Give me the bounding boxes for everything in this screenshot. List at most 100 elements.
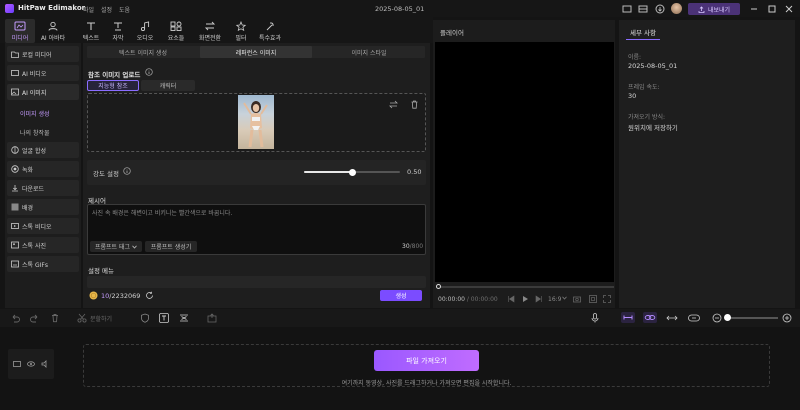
preview-screen[interactable] bbox=[435, 42, 614, 282]
sidebar-item-background[interactable]: 배경 bbox=[7, 199, 79, 215]
sidebar-item-label: 스톡 GIFs bbox=[22, 261, 48, 269]
text-frame-icon[interactable] bbox=[159, 313, 169, 323]
menu-settings[interactable]: 설정 bbox=[101, 5, 112, 14]
sidebar-item-stock-video[interactable]: 스톡 비디오 bbox=[7, 218, 79, 234]
strength-slider[interactable] bbox=[304, 168, 400, 176]
safe-zone-icon[interactable] bbox=[589, 295, 597, 303]
maximize-icon[interactable] bbox=[767, 4, 777, 14]
chevron-down-icon[interactable] bbox=[562, 296, 567, 300]
strength-slider-knob[interactable] bbox=[348, 168, 356, 176]
user-avatar[interactable] bbox=[671, 3, 682, 14]
undo-icon[interactable] bbox=[10, 313, 20, 323]
tool-text[interactable]: 텍스트 bbox=[76, 19, 106, 43]
track-icon[interactable] bbox=[688, 313, 700, 323]
screen-icon[interactable] bbox=[622, 4, 632, 14]
sidebar-item-record[interactable]: 녹화 bbox=[7, 161, 79, 177]
player-title: 플레이어 bbox=[440, 29, 464, 37]
track-video-icon[interactable] bbox=[13, 360, 21, 368]
tab-image-style[interactable]: 이미지 스타일 bbox=[313, 46, 425, 58]
next-frame-icon[interactable] bbox=[535, 295, 543, 303]
strength-label: 강도 설정 bbox=[93, 170, 119, 178]
char-max: /800 bbox=[409, 243, 424, 250]
player-progress-knob[interactable] bbox=[436, 284, 441, 289]
minimize-icon[interactable] bbox=[749, 4, 759, 14]
tab-reference-image[interactable]: 레퍼런스 이미지 bbox=[200, 46, 312, 58]
strength-info-icon[interactable] bbox=[123, 167, 131, 175]
player-progress[interactable] bbox=[438, 286, 614, 288]
sidebar-item-face-swap[interactable]: 얼굴 합성 bbox=[7, 142, 79, 158]
sidebar-item-ai-video[interactable]: AI 비디오 bbox=[7, 65, 79, 81]
import-files-button[interactable]: 파일 가져오기 bbox=[374, 350, 479, 371]
sidebar-item-download[interactable]: 다운로드 bbox=[7, 180, 79, 196]
swap-icon[interactable] bbox=[389, 100, 398, 109]
transform-icon[interactable] bbox=[179, 313, 189, 323]
subtab-character[interactable]: 캐릭터 bbox=[141, 80, 195, 91]
tool-effects[interactable]: 특수효과 bbox=[255, 19, 285, 43]
menu-file[interactable]: 파일 bbox=[83, 5, 94, 14]
sidebar-item-ai-image[interactable]: AI 이미지 bbox=[7, 84, 79, 100]
subtab-smart-reference[interactable]: 지능형 참조 bbox=[87, 80, 139, 91]
download-icon[interactable] bbox=[655, 4, 665, 14]
trash-icon[interactable] bbox=[410, 100, 419, 109]
tab-details[interactable]: 세부 사항 bbox=[626, 24, 660, 40]
split-label[interactable]: 분할하기 bbox=[90, 314, 112, 323]
zoom-slider-knob[interactable] bbox=[724, 314, 731, 321]
close-icon[interactable] bbox=[784, 4, 794, 14]
zoom-out-icon[interactable] bbox=[712, 313, 722, 323]
export-label: 내보내기 bbox=[707, 6, 731, 14]
inbox-icon[interactable] bbox=[638, 4, 648, 14]
prev-frame-icon[interactable] bbox=[507, 295, 515, 303]
delete-icon[interactable] bbox=[50, 313, 60, 323]
sidebar-item-local-media[interactable]: 로컬 미디어 bbox=[7, 46, 79, 62]
zoom-in-icon[interactable] bbox=[782, 313, 792, 323]
aspect-ratio[interactable]: 16:9 bbox=[548, 296, 561, 303]
ai-image-icon bbox=[11, 88, 19, 96]
sidebar-subitem-my-creations[interactable]: 나의 창작물 bbox=[20, 128, 50, 137]
face-icon bbox=[11, 146, 19, 154]
menu-help[interactable]: 도움 bbox=[119, 5, 130, 14]
tool-transition[interactable]: 화면전환 bbox=[195, 19, 225, 43]
tool-elements[interactable]: 요소들 bbox=[161, 19, 191, 43]
prompt-tag-label: 프롬프트 태그 bbox=[94, 244, 131, 251]
record-icon bbox=[11, 165, 19, 173]
tool-media[interactable]: 미디어 bbox=[5, 19, 35, 43]
sidebar-item-stock-gifs[interactable]: 스톡 GIFs bbox=[7, 256, 79, 272]
char-counter: 30/800 bbox=[402, 243, 423, 250]
microphone-icon[interactable] bbox=[590, 313, 600, 323]
track-visibility-icon[interactable] bbox=[27, 360, 35, 368]
prompt-generator-button[interactable]: 프롬프트 생성기 bbox=[145, 241, 197, 252]
link-toggle[interactable] bbox=[643, 312, 657, 323]
refresh-icon[interactable] bbox=[145, 291, 154, 300]
ai-video-icon bbox=[11, 70, 19, 76]
export-frame-icon[interactable] bbox=[207, 313, 217, 323]
sidebar-item-stock-photo[interactable]: 스톡 사진 bbox=[7, 237, 79, 253]
info-icon[interactable] bbox=[145, 68, 153, 76]
redo-icon[interactable] bbox=[30, 313, 40, 323]
export-button[interactable]: 내보내기 bbox=[688, 3, 740, 15]
tab-text-to-image[interactable]: 텍스트 이미지 생성 bbox=[87, 46, 199, 58]
reference-image-thumbnail[interactable] bbox=[238, 95, 274, 149]
snapshot-icon[interactable] bbox=[573, 295, 581, 303]
shield-icon[interactable] bbox=[140, 313, 150, 323]
fullscreen-icon[interactable] bbox=[603, 295, 611, 303]
sidebar-item-label: 얼굴 합성 bbox=[22, 147, 46, 155]
prompt-tag-button[interactable]: 프롬프트 태그 bbox=[90, 241, 142, 252]
tool-avatar[interactable]: AI 아바타 bbox=[38, 19, 68, 43]
play-icon[interactable] bbox=[521, 295, 529, 303]
tool-subtitle[interactable]: 자막 bbox=[103, 19, 133, 43]
sidebar-item-label: 로컬 미디어 bbox=[22, 51, 52, 59]
tool-filter[interactable]: 필터 bbox=[226, 19, 256, 43]
elements-icon bbox=[170, 21, 182, 31]
detail-name-value: 2025-08-05_01 bbox=[628, 62, 678, 70]
tool-audio[interactable]: 오디오 bbox=[130, 19, 160, 43]
scissors-icon[interactable] bbox=[77, 313, 87, 323]
sidebar-subitem-image-gen[interactable]: 이미지 생성 bbox=[20, 109, 50, 118]
generate-button[interactable]: 생성 bbox=[380, 290, 422, 301]
zoom-slider[interactable] bbox=[728, 317, 778, 319]
sidebar-item-label: 녹화 bbox=[22, 166, 34, 174]
fit-icon[interactable] bbox=[666, 313, 678, 323]
detail-import-label: 가져오기 방식: bbox=[628, 114, 666, 121]
track-audio-icon[interactable] bbox=[41, 360, 49, 368]
magnet-snap-toggle[interactable] bbox=[621, 312, 635, 323]
drop-hint-text: 여기까지 동영상, 사진를 드래그하거나 가져오면 편집을 시작합니다. bbox=[341, 380, 512, 387]
